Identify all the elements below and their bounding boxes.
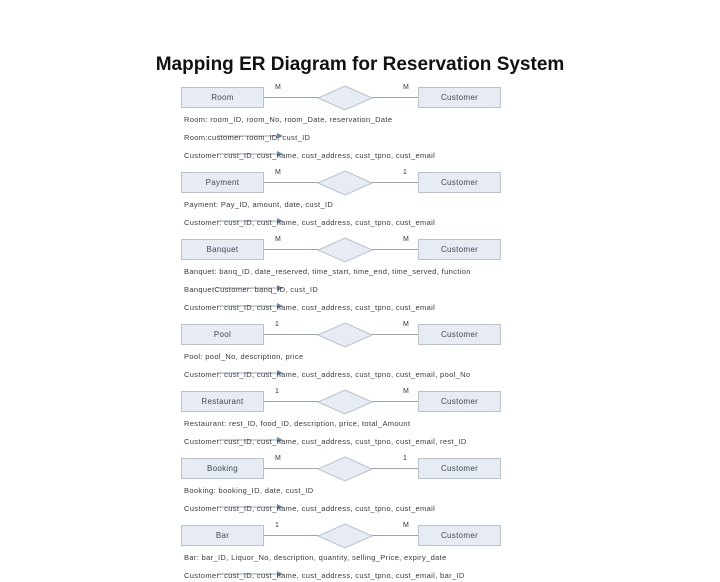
relationship-diamond: [317, 85, 377, 111]
cardinality-left: M: [275, 236, 281, 243]
entity-right: Customer: [418, 324, 501, 345]
schema-line: Bar: bar_ID, Liquor_No, description, qua…: [184, 553, 447, 562]
cardinality-left: M: [275, 84, 281, 91]
entity-left: Bar: [181, 525, 264, 546]
relationship-line: [371, 97, 418, 98]
diamond-shape: [317, 85, 373, 111]
cardinality-right: M: [403, 321, 409, 328]
relationship-line: [264, 468, 319, 469]
diamond-shape: [317, 456, 373, 482]
cardinality-left: M: [275, 169, 281, 176]
schema-line: Customer: cust_ID, cust_name, cust_addre…: [184, 370, 471, 379]
schema-line: BanquetCustomer: banq_ID, cust_ID: [184, 285, 319, 294]
relationship-diamond: [317, 456, 377, 482]
cardinality-right: 1: [403, 455, 407, 462]
relationship-diamond: [317, 170, 377, 196]
schema-line: Booking: booking_ID, date, cust_ID: [184, 486, 314, 495]
cardinality-right: M: [403, 388, 409, 395]
schema-line: Customer: cust_ID, cust_name, cust_addre…: [184, 218, 436, 227]
schema-line: Banquet: banq_ID, date_reserved, time_st…: [184, 267, 471, 276]
relationship-line: [264, 249, 319, 250]
entity-right: Customer: [418, 172, 501, 193]
relationship-diamond: [317, 523, 377, 549]
schema-line: Restaurant: rest_ID, food_ID, descriptio…: [184, 419, 411, 428]
page-title: Mapping ER Diagram for Reservation Syste…: [155, 54, 565, 75]
diamond-shape: [317, 389, 373, 415]
entity-left: Booking: [181, 458, 264, 479]
schema-line: Customer: cust_ID, cust_name, cust_addre…: [184, 504, 436, 513]
relationship-diamond: [317, 322, 377, 348]
entity-left: Restaurant: [181, 391, 264, 412]
entity-right: Customer: [418, 391, 501, 412]
relationship-line: [264, 401, 319, 402]
relationship-line: [264, 334, 319, 335]
entity-left: Pool: [181, 324, 264, 345]
entity-left: Payment: [181, 172, 264, 193]
diamond-shape: [317, 237, 373, 263]
relationship-line: [371, 334, 418, 335]
diamond-shape: [317, 523, 373, 549]
er-diagram: Room Customer M M Room: room_ID, room_No, ro…: [175, 82, 545, 580]
cardinality-left: 1: [275, 522, 279, 529]
diamond-shape: [317, 170, 373, 196]
cardinality-left: 1: [275, 321, 279, 328]
relationship-line: [371, 249, 418, 250]
schema-line: Room: room_ID, room_No, room_Date, reser…: [184, 115, 393, 124]
entity-left: Room: [181, 87, 264, 108]
relationship-diamond: [317, 237, 377, 263]
schema-line: Customer: cust_ID, cust_name, cust_addre…: [184, 571, 465, 580]
entity-left: Banquet: [181, 239, 264, 260]
schema-line: Customer: cust_ID, cust_name, cust_addre…: [184, 151, 436, 160]
cardinality-right: M: [403, 84, 409, 91]
schema-line: Customer: cust_ID, cust_name, cust_addre…: [184, 437, 467, 446]
schema-line: Payment: Pay_ID, amount, date, cust_ID: [184, 200, 334, 209]
entity-right: Customer: [418, 458, 501, 479]
schema-line: Customer: cust_ID, cust_name, cust_addre…: [184, 303, 436, 312]
cardinality-right: M: [403, 236, 409, 243]
relationship-line: [371, 401, 418, 402]
schema-line: Room:customer: room_ID, cust_ID: [184, 133, 311, 142]
relationship-line: [371, 535, 418, 536]
relationship-line: [264, 535, 319, 536]
relationship-line: [371, 468, 418, 469]
relationship-line: [264, 97, 319, 98]
entity-right: Customer: [418, 239, 501, 260]
cardinality-right: 1: [403, 169, 407, 176]
relationship-line: [371, 182, 418, 183]
cardinality-left: 1: [275, 388, 279, 395]
relationship-diamond: [317, 389, 377, 415]
cardinality-right: M: [403, 522, 409, 529]
entity-right: Customer: [418, 87, 501, 108]
diamond-shape: [317, 322, 373, 348]
schema-line: Pool: pool_No, description, price: [184, 352, 304, 361]
cardinality-left: M: [275, 455, 281, 462]
entity-right: Customer: [418, 525, 501, 546]
relationship-line: [264, 182, 319, 183]
